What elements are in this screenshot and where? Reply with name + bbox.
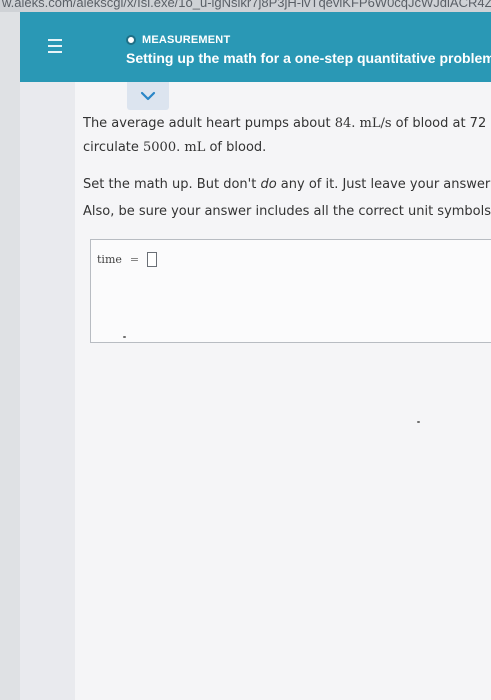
url-text: w.aleks.com/alekscgi/x/Isl.exe/1o_u-lgNs… — [2, 0, 491, 10]
left-margin-band — [0, 12, 20, 700]
instruction-line-2: Also, be sure your answer includes all t… — [83, 204, 491, 219]
hamburger-icon-bar — [48, 51, 62, 53]
answer-input[interactable] — [147, 252, 158, 267]
problem-statement-line-1: The average adult heart pumps about 84. … — [83, 115, 491, 133]
equals-sign: = — [129, 253, 140, 266]
answer-row: time = — [97, 252, 158, 267]
hamburger-icon-bar — [48, 45, 62, 47]
answer-label: time — [97, 253, 122, 266]
screen-speck — [417, 421, 420, 423]
instruction-text: any of it. Just leave your answer as a m… — [280, 177, 491, 192]
volume-value: 5000. mL — [143, 140, 206, 155]
lesson-title: Setting up the math for a one-step quant… — [126, 50, 491, 66]
problem-text: of blood at 72 beats per minute. Suppose… — [395, 116, 491, 131]
answer-area[interactable]: time = — [90, 239, 491, 343]
instruction-line-1: Set the math up. But don't do any of it.… — [83, 176, 491, 194]
hamburger-menu-button[interactable] — [37, 27, 73, 67]
problem-text: of blood. — [205, 140, 267, 155]
chevron-down-icon — [140, 91, 156, 101]
flow-rate-value: 84. mL/s — [334, 116, 392, 131]
problem-text: circulate — [83, 140, 144, 155]
lesson-header — [20, 12, 491, 82]
status-circle-icon — [126, 35, 136, 45]
problem-statement-line-2: circulate 5000. mL of blood. — [83, 139, 491, 157]
instruction-text: Set the math up. But don't — [83, 177, 261, 192]
topic-label: MEASUREMENT — [142, 34, 231, 46]
hamburger-icon-bar — [48, 39, 62, 41]
browser-address-strip: w.aleks.com/alekscgi/x/Isl.exe/1o_u-lgNs… — [0, 0, 491, 12]
content-panel — [75, 82, 491, 700]
collapse-header-button[interactable] — [127, 82, 169, 110]
mouse-cursor-mark — [123, 336, 126, 338]
instruction-emphasis: do — [260, 177, 277, 192]
topic-row: MEASUREMENT — [126, 32, 230, 48]
problem-text: The average adult heart pumps about — [83, 116, 335, 131]
